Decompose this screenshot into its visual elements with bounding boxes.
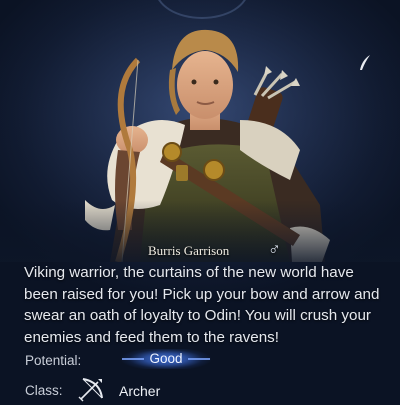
feather-icon (360, 55, 370, 70)
potential-value: Good (149, 351, 183, 366)
male-symbol-icon: ♂ (268, 240, 281, 259)
bow-and-arrow-icon (78, 378, 103, 402)
potential-badge: Good (120, 349, 212, 369)
hero-profile-card: Burris Garrison ♂ Viking warrior, the cu… (0, 0, 400, 405)
potential-label: Potential: (25, 353, 82, 368)
hero-name: Burris Garrison (148, 243, 230, 258)
class-label: Class: (25, 383, 63, 398)
hero-name-row: Burris Garrison ♂ (0, 241, 400, 261)
hero-portrait (0, 0, 400, 262)
hero-description: Viking warrior, the curtains of the new … (24, 264, 380, 346)
class-value: Archer (119, 383, 161, 399)
